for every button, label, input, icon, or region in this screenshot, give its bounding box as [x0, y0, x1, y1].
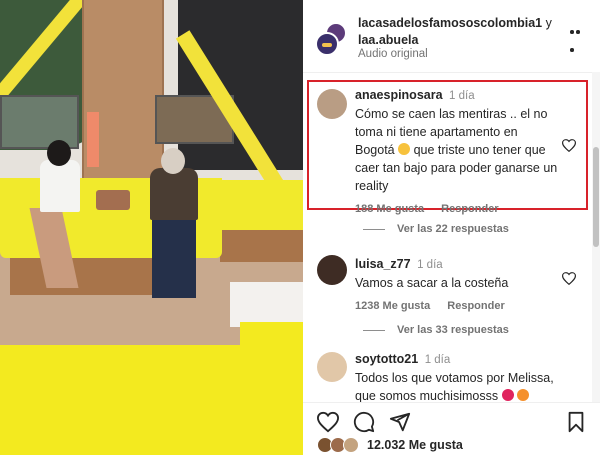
comments-list[interactable]: anaespinosara 1 día Cómo se caen las men…	[303, 72, 600, 402]
avatar[interactable]	[317, 255, 347, 285]
comment-username[interactable]: anaespinosara	[355, 88, 443, 102]
bed-right-base	[220, 230, 303, 262]
reply-button[interactable]: Responder	[441, 203, 498, 215]
comment-meta: 1238 Me gusta Responder	[355, 297, 560, 315]
handbag	[96, 190, 130, 210]
comment-time: 1 día	[449, 90, 475, 102]
red-heart-emoji	[501, 389, 514, 401]
author-username-secondary[interactable]: laa.abuela	[358, 33, 418, 47]
author-joiner: y	[545, 16, 552, 30]
comment-body: anaespinosara 1 día Cómo se caen las men…	[355, 86, 560, 218]
avatar[interactable]	[317, 89, 347, 119]
scrollbar-thumb[interactable]	[593, 147, 599, 247]
person-left-head	[47, 140, 71, 166]
orange-cushions	[87, 112, 99, 167]
dark-wall	[178, 0, 303, 170]
comment-body: soytotto21 1 día Todos los que votamos p…	[355, 350, 560, 402]
comment-text: Vamos a sacar a la costeña	[355, 276, 509, 290]
comment-body: luisa_z77 1 día Vamos a sacar a la coste…	[355, 255, 560, 315]
person-right-body	[150, 168, 198, 220]
view-replies[interactable]: Ver las 22 respuestas	[363, 223, 509, 235]
person-right-legs	[152, 218, 196, 298]
comment-icon[interactable]	[353, 411, 375, 433]
audio-label[interactable]: Audio original	[358, 48, 428, 60]
action-bar	[303, 402, 600, 433]
comment-username[interactable]: soytotto21	[355, 352, 418, 366]
more-options-icon[interactable]	[570, 30, 586, 52]
avatar[interactable]	[315, 32, 339, 56]
comment-likes[interactable]: 1238 Me gusta	[355, 300, 430, 312]
video-frame[interactable]	[0, 0, 303, 455]
avatar[interactable]	[317, 352, 347, 382]
comment-time: 1 día	[417, 259, 443, 271]
bookmark-icon[interactable]	[565, 411, 587, 433]
author-username[interactable]: lacasadelosfamososcolombia1	[358, 16, 542, 30]
avatar[interactable]	[343, 437, 359, 453]
heart-icon[interactable]	[562, 139, 576, 152]
heart-icon[interactable]	[562, 272, 576, 285]
laughing-crying-emoji	[398, 143, 411, 155]
comment-meta: 188 Me gusta Responder	[355, 200, 560, 218]
reply-button[interactable]: Responder	[447, 300, 504, 312]
window-left	[0, 95, 79, 149]
heart-icon[interactable]	[317, 411, 339, 433]
comment-likes[interactable]: 188 Me gusta	[355, 203, 424, 215]
bed-foreground	[0, 345, 303, 455]
scrollbar[interactable]	[592, 72, 600, 402]
share-icon[interactable]	[389, 411, 411, 433]
likes-row: 12.032 Me gusta	[303, 432, 600, 455]
author-avatars[interactable]	[315, 22, 349, 56]
comment-time: 1 día	[424, 354, 451, 366]
author-line: lacasadelosfamososcolombia1 y laa.abuela	[358, 15, 563, 49]
view-replies[interactable]: Ver las 33 respuestas	[363, 324, 509, 336]
post-header: lacasadelosfamososcolombia1 y laa.abuela…	[303, 0, 600, 73]
person-right-head	[161, 148, 185, 174]
likes-count[interactable]: 12.032 Me gusta	[367, 438, 463, 452]
post-panel: lacasadelosfamososcolombia1 y laa.abuela…	[303, 0, 600, 455]
person-left-body	[40, 160, 80, 212]
fire-emoji	[517, 389, 530, 401]
bed-white	[230, 282, 303, 327]
comment-username[interactable]: luisa_z77	[355, 257, 411, 271]
